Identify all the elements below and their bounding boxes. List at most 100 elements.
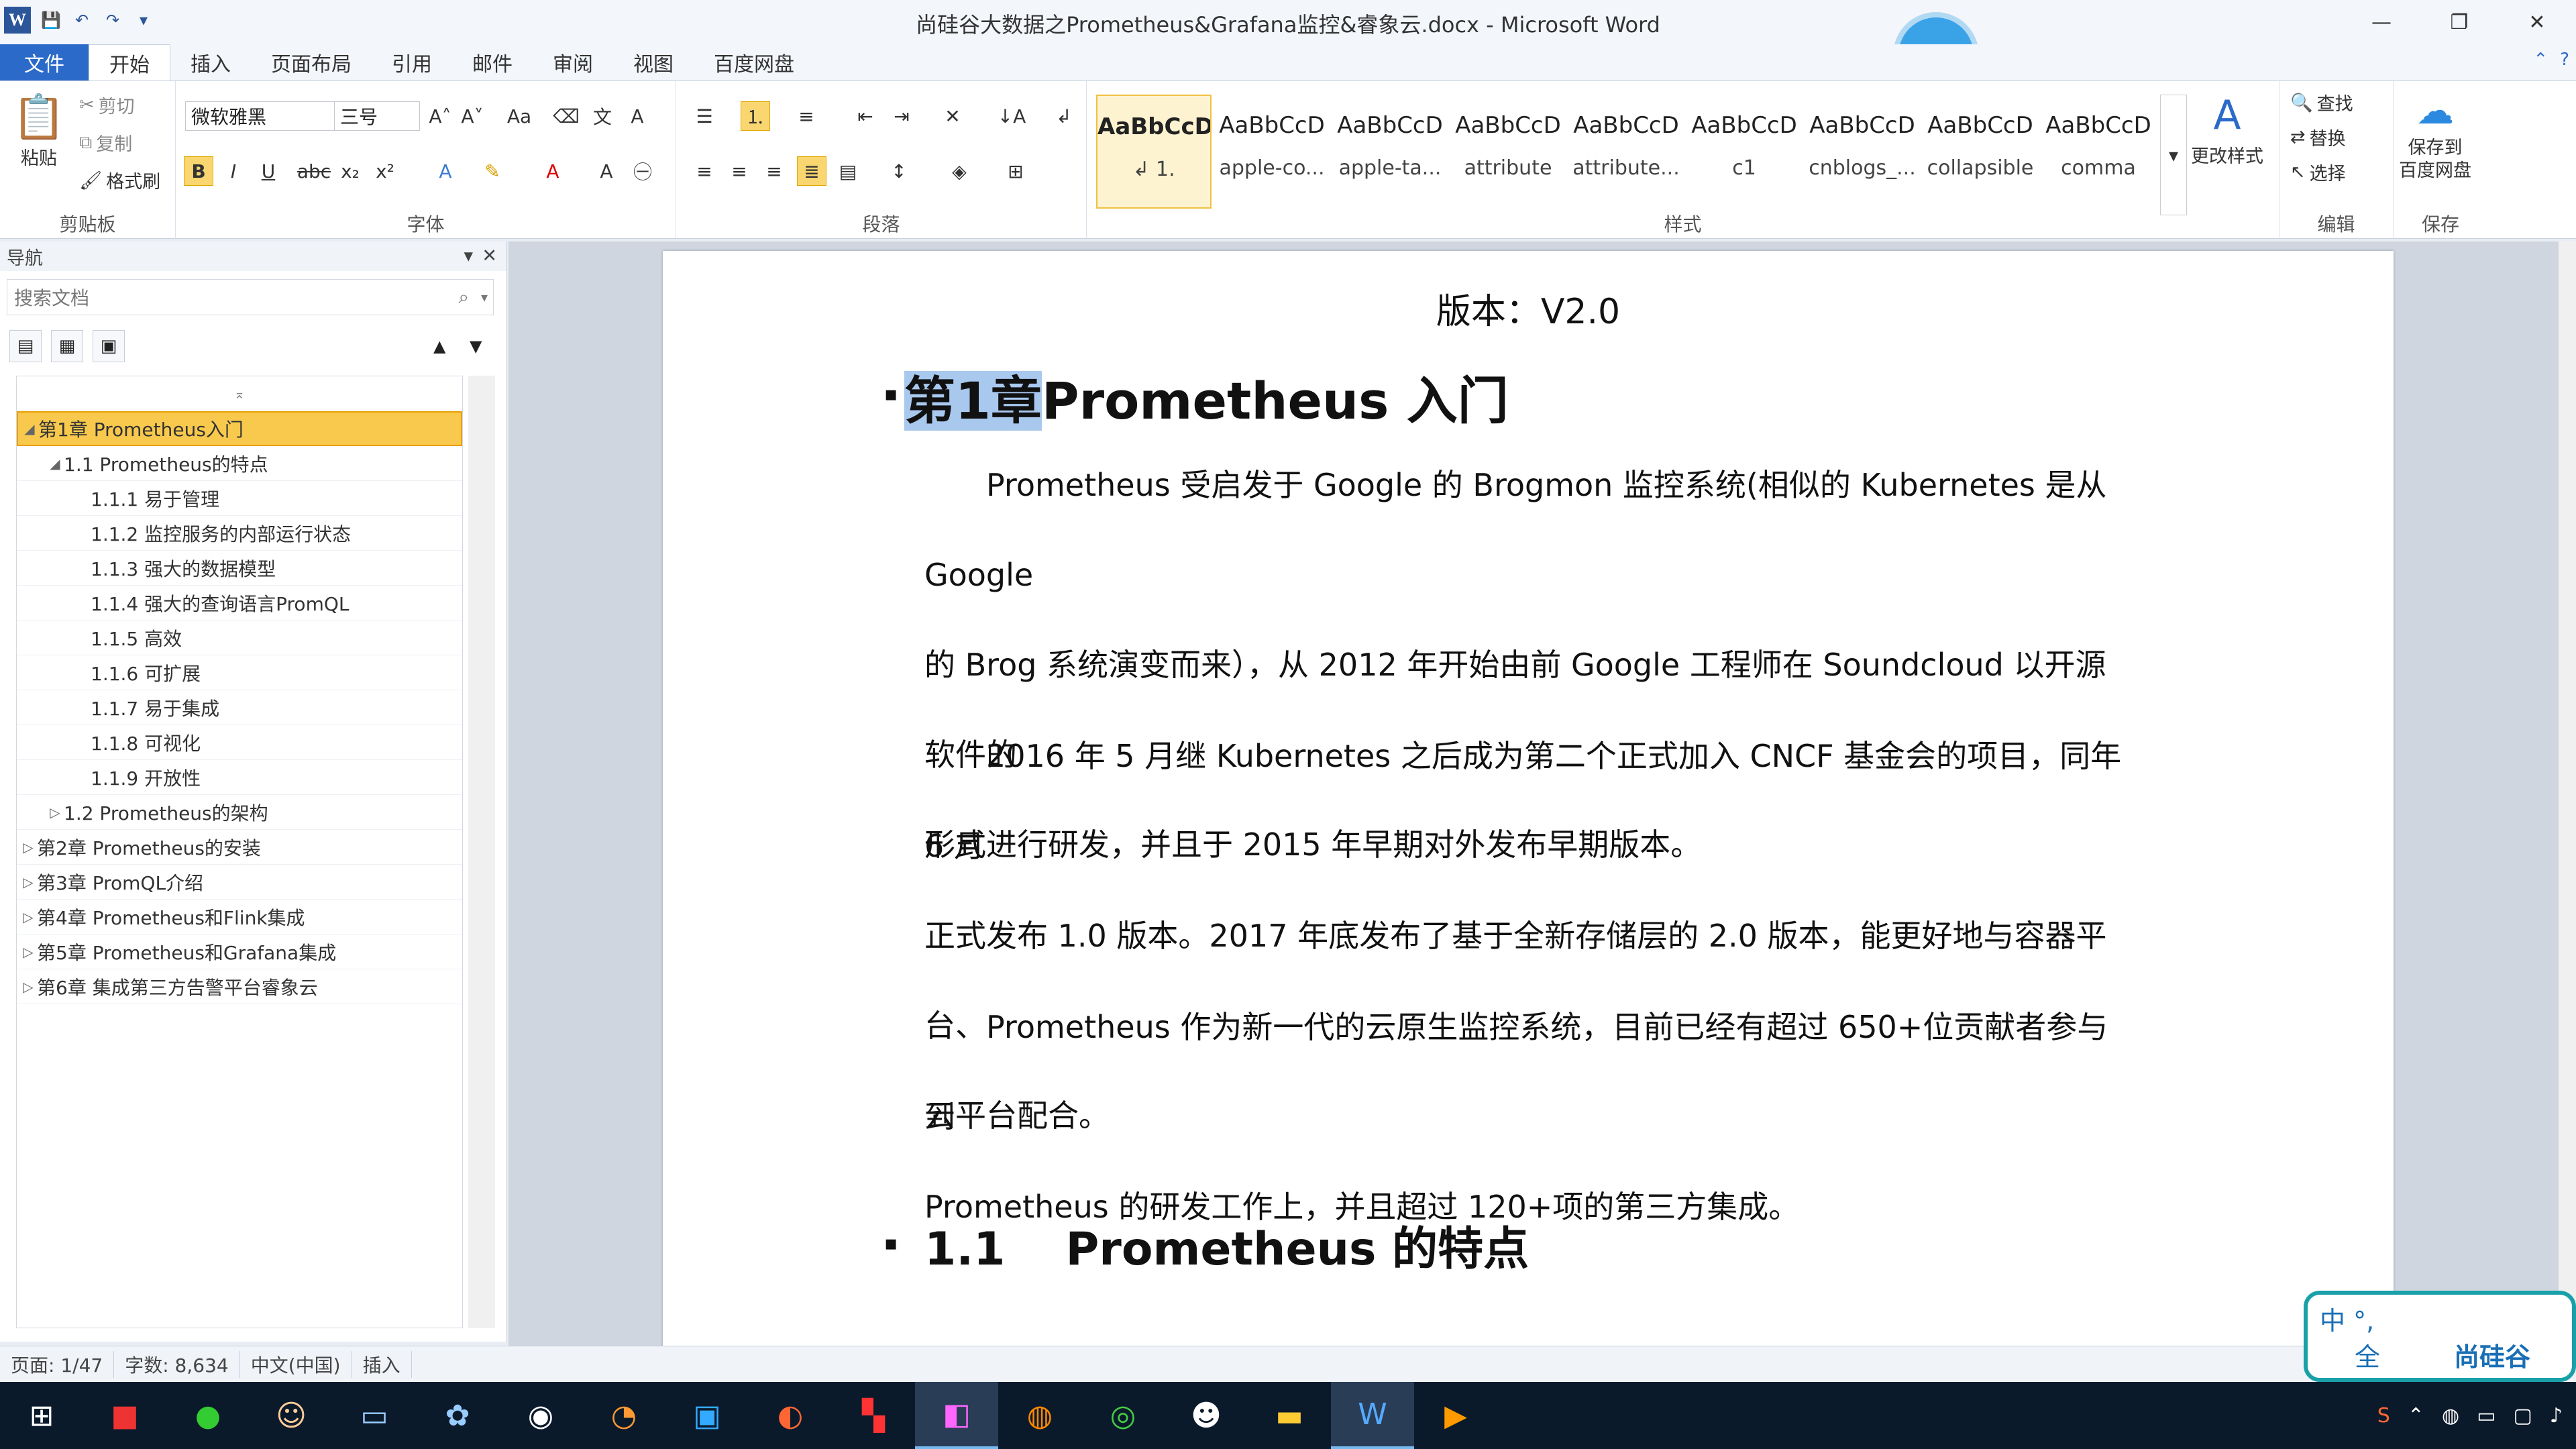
network-status-icon[interactable]: ◍ — [2442, 1404, 2459, 1428]
numbering-icon[interactable]: ⒈ — [741, 101, 770, 131]
text-effects-icon[interactable]: A — [431, 156, 460, 186]
volume-icon[interactable]: ♪ — [2550, 1404, 2563, 1428]
find-button[interactable]: 🔍 查找 — [2290, 89, 2353, 115]
nav-heading-item[interactable]: 1.1.7 易于集成 — [17, 690, 462, 725]
typora-icon[interactable]: ◉ — [499, 1382, 582, 1449]
nav-heading-item[interactable]: ▷ 第6章 集成第三方告警平台睿象云 — [17, 969, 462, 1004]
chapter-heading[interactable]: 第1章Prometheus 入门 — [904, 360, 1509, 433]
underline-icon[interactable]: U — [254, 156, 283, 186]
chinese-layout-icon[interactable]: ✕ — [938, 101, 967, 131]
distribute-icon[interactable]: ▤ — [833, 156, 863, 186]
justify-icon[interactable]: ≣ — [797, 156, 826, 186]
nav-heading-item[interactable]: 1.1.3 强大的数据模型 — [17, 551, 462, 586]
search-options-icon[interactable]: ▾ — [481, 289, 488, 305]
nav-heading-item[interactable]: 1.1.5 高效 — [17, 621, 462, 655]
screenshot-tool-icon[interactable]: ▭ — [333, 1382, 416, 1449]
player-icon[interactable]: ▶ — [1414, 1382, 1497, 1449]
style-item[interactable]: AaBbCcD attribute... — [1568, 95, 1684, 209]
style-item[interactable]: AaBbCcD collapsible — [1923, 95, 2038, 209]
align-left-icon[interactable]: ≡ — [690, 156, 719, 186]
nav-heading-item[interactable]: ◢ 第1章 Prometheus入门 — [17, 411, 462, 446]
align-right-icon[interactable]: ≡ — [759, 156, 789, 186]
qq-icon[interactable]: ☻ — [1165, 1382, 1248, 1449]
tab-references[interactable]: 引用 — [372, 44, 452, 80]
borders-icon[interactable]: ⊞ — [1001, 156, 1030, 186]
style-item[interactable]: AaBbCcD apple-ta... — [1332, 95, 1448, 209]
nav-heading-item[interactable]: 1.1.4 强大的查询语言PromQL — [17, 586, 462, 621]
expand-toggle-icon[interactable]: ▷ — [19, 979, 37, 995]
nav-heading-item[interactable]: ▷ 第2章 Prometheus的安装 — [17, 830, 462, 865]
multilevel-list-icon[interactable]: ≡ — [792, 101, 821, 131]
nav-heading-item[interactable]: 1.1.8 可视化 — [17, 725, 462, 760]
expand-toggle-icon[interactable]: ▷ — [19, 944, 37, 960]
collapse-ribbon-icon[interactable]: ⌃ — [2533, 50, 2548, 70]
word-icon[interactable]: W — [1331, 1382, 1414, 1449]
expand-toggle-icon[interactable]: ▷ — [19, 909, 37, 925]
bold-icon[interactable]: B — [184, 156, 213, 186]
font-color-icon[interactable]: A — [538, 156, 568, 186]
tab-page-layout[interactable]: 页面布局 — [251, 44, 372, 80]
collapse-all-icon[interactable]: ⌅ — [17, 376, 462, 411]
shading-icon[interactable]: ◈ — [945, 156, 974, 186]
cut-button[interactable]: ✂ 剪切 — [79, 92, 135, 118]
tab-review[interactable]: 审阅 — [533, 44, 613, 80]
tray-expand-icon[interactable]: ⌃ — [2408, 1404, 2424, 1428]
window-tool-icon[interactable]: ▣ — [665, 1382, 749, 1449]
gallery-scroll[interactable]: ▾ — [2160, 95, 2187, 215]
style-item[interactable]: AaBbCcD apple-co... — [1214, 95, 1330, 209]
superscript-icon[interactable]: x² — [370, 156, 400, 186]
change-case-icon[interactable]: Aa — [504, 101, 534, 131]
nav-heading-item[interactable]: 1.1.2 监控服务的内部运行状态 — [17, 516, 462, 551]
nav-heading-item[interactable]: ◢ 1.1 Prometheus的特点 — [17, 446, 462, 481]
shrink-font-icon[interactable]: A˅ — [458, 101, 487, 131]
copy-button[interactable]: ⧉ 复制 — [79, 129, 132, 156]
sogou-icon[interactable]: S — [2377, 1404, 2390, 1428]
battery-icon[interactable]: ▭ — [2477, 1404, 2496, 1428]
tab-view[interactable]: 视图 — [613, 44, 694, 80]
language-indicator[interactable]: 中文(中国) — [240, 1350, 352, 1378]
style-item[interactable]: AaBbCcD ↲ 1. — [1096, 95, 1212, 209]
format-painter-button[interactable]: 🖌 格式刷 — [79, 167, 160, 193]
save-to-baidu-button[interactable]: ☁ 保存到 百度网盘 — [2399, 89, 2471, 182]
tab-file[interactable]: 文件 — [0, 44, 89, 80]
nav-heading-item[interactable]: ▷ 第4章 Prometheus和Flink集成 — [17, 900, 462, 934]
firefox-icon[interactable]: ◍ — [998, 1382, 1081, 1449]
section-heading[interactable]: 1.1 Prometheus 的特点 — [924, 1212, 1529, 1278]
tab-home[interactable]: 开始 — [89, 44, 170, 80]
change-styles-button[interactable]: A 更改样式 — [2191, 92, 2263, 168]
start-icon[interactable]: ⊞ — [0, 1382, 83, 1449]
display-icon[interactable]: ▢ — [2513, 1404, 2532, 1428]
browse-pages-icon[interactable]: ▦ — [51, 330, 83, 362]
close-button[interactable]: ✕ — [2498, 0, 2576, 44]
search-input[interactable]: 搜索文档 ⌕ ▾ — [7, 279, 494, 315]
tab-insert[interactable]: 插入 — [170, 44, 251, 80]
tab-baidu-netdisk[interactable]: 百度网盘 — [694, 44, 814, 80]
wechat-icon[interactable]: ● — [166, 1382, 250, 1449]
grid-app-icon[interactable]: ▚ — [832, 1382, 915, 1449]
expand-toggle-icon[interactable]: ▷ — [19, 839, 37, 855]
show-marks-icon[interactable]: ↲ — [1049, 101, 1079, 131]
style-item[interactable]: AaBbCcD cnblogs_... — [1805, 95, 1920, 209]
user-app-icon[interactable]: ☺ — [250, 1382, 333, 1449]
expand-toggle-icon[interactable]: ▷ — [46, 804, 64, 820]
settings-app-icon[interactable]: ✿ — [416, 1382, 499, 1449]
intellij-icon[interactable]: ◧ — [915, 1382, 998, 1449]
expand-toggle-icon[interactable]: ▷ — [19, 874, 37, 890]
subscript-icon[interactable]: x₂ — [335, 156, 365, 186]
word-count[interactable]: 字数: 8,634 — [114, 1350, 240, 1378]
nav-heading-item[interactable]: 1.1.9 开放性 — [17, 760, 462, 795]
bullets-icon[interactable]: ☰ — [690, 101, 719, 131]
expand-toggle-icon[interactable]: ◢ — [21, 421, 38, 437]
clear-format-icon[interactable]: ⌫ — [551, 101, 581, 131]
document-page[interactable]: 版本：V2.0 ▪ 第1章Prometheus 入门 Prometheus 受启… — [663, 251, 2394, 1351]
nav-heading-item[interactable]: 1.1.6 可扩展 — [17, 655, 462, 690]
italic-icon[interactable]: I — [219, 156, 248, 186]
char-border-icon[interactable]: A — [623, 101, 652, 131]
prev-heading-icon[interactable]: ▲ — [433, 337, 445, 356]
enclose-char-icon[interactable]: ㊀ — [628, 156, 657, 186]
document-scrollbar[interactable] — [2559, 241, 2576, 1346]
minimize-button[interactable]: — — [2343, 0, 2420, 44]
nav-scrollbar[interactable] — [468, 376, 495, 1328]
tab-mailings[interactable]: 邮件 — [452, 44, 533, 80]
line-spacing-icon[interactable]: ↕ — [884, 156, 914, 186]
